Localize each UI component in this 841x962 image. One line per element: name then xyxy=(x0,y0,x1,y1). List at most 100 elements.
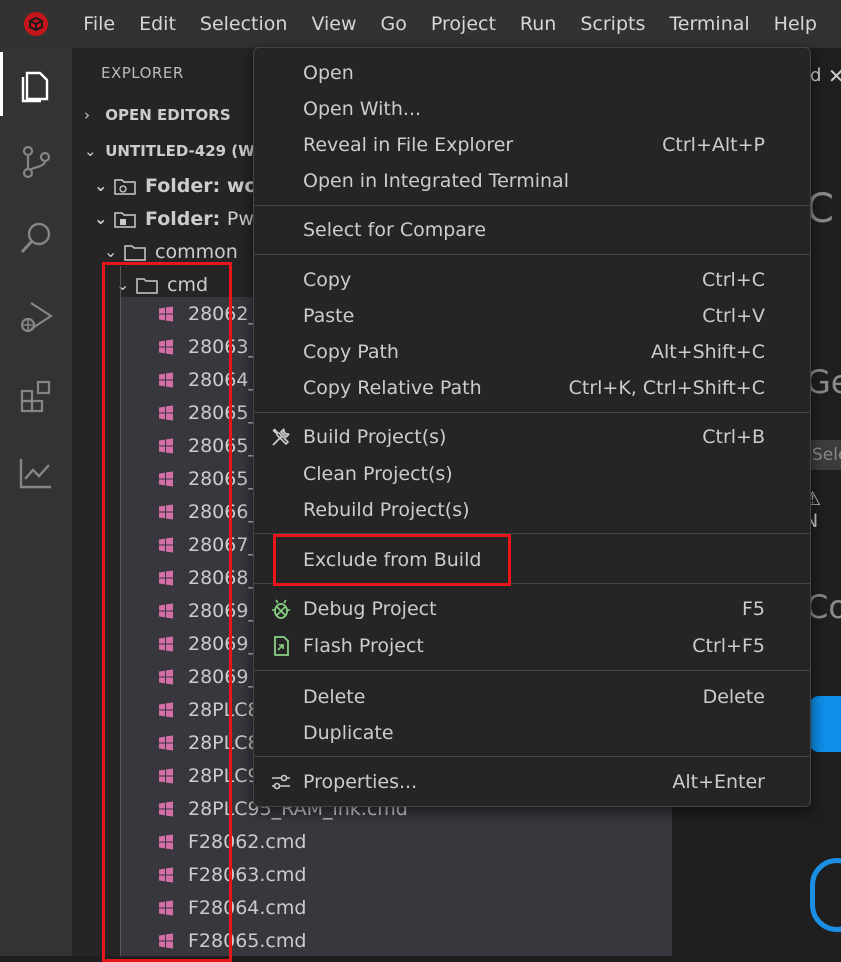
menu-separator xyxy=(254,254,810,255)
menu-item-shortcut: Ctrl+C xyxy=(702,269,765,291)
context-menu: Open Open With... Reveal in File Explore… xyxy=(253,47,811,807)
menu-bar: File Edit Selection View Go Project Run … xyxy=(0,0,841,48)
menu-edit[interactable]: Edit xyxy=(139,13,176,35)
tools-icon xyxy=(272,428,290,446)
menu-item-paste[interactable]: Paste Ctrl+V xyxy=(254,299,810,333)
menu-item-shortcut: F5 xyxy=(741,598,765,620)
menu-item-label: Open in Integrated Terminal xyxy=(303,170,569,192)
menu-item-label: Duplicate xyxy=(303,722,394,744)
menu-item-shortcut: Ctrl+B xyxy=(702,426,765,448)
annotation-highlight-exclude xyxy=(273,534,511,586)
menu-item-label: Build Project(s) xyxy=(303,426,447,448)
menu-item-open-with[interactable]: Open With... xyxy=(254,92,810,126)
menu-item-shortcut: Ctrl+F5 xyxy=(692,635,765,657)
run-debug-icon[interactable] xyxy=(0,284,72,348)
menu-item-build[interactable]: Build Project(s) Ctrl+B xyxy=(254,420,810,454)
menu-item-label: Copy Path xyxy=(303,341,399,363)
menu-item-delete[interactable]: Delete Delete xyxy=(254,680,810,714)
chevron-down-icon: ⌄ xyxy=(94,176,108,195)
menu-item-shortcut: Ctrl+Alt+P xyxy=(662,134,765,156)
menu-item-select-compare[interactable]: Select for Compare xyxy=(254,213,810,247)
menu-item-shortcut: Delete xyxy=(702,686,765,708)
files-icon[interactable] xyxy=(0,52,72,116)
search-icon[interactable] xyxy=(0,206,72,270)
menu-item-label: Delete xyxy=(303,686,366,708)
menu-separator xyxy=(254,756,810,757)
menu-item-label: Select for Compare xyxy=(303,219,487,241)
section-heading-fragment: Co xyxy=(806,588,841,626)
workspace-header[interactable]: ⌄ UNTITLED-429 (WO xyxy=(84,142,267,160)
sidebar-title: EXPLORER xyxy=(101,64,184,82)
open-editors-label: OPEN EDITORS xyxy=(105,106,231,124)
menu-separator xyxy=(254,205,810,206)
menu-item-open-terminal[interactable]: Open in Integrated Terminal xyxy=(254,164,810,198)
menu-item-label: Paste xyxy=(303,305,355,327)
menu-item-shortcut: Alt+Shift+C xyxy=(650,341,765,363)
menu-separator xyxy=(254,412,810,413)
menu-separator xyxy=(254,670,810,671)
menu-item-label: Copy Relative Path xyxy=(303,377,482,399)
tree-folder-1[interactable]: ⌄ Folder: wor xyxy=(94,169,267,202)
menu-terminal[interactable]: Terminal xyxy=(669,13,749,35)
menu-go[interactable]: Go xyxy=(381,13,407,35)
flash-icon xyxy=(274,636,289,656)
folder-common-label: common xyxy=(155,240,238,263)
menu-item-reveal[interactable]: Reveal in File Explorer Ctrl+Alt+P xyxy=(254,128,810,162)
menu-item-label: Flash Project xyxy=(303,635,424,657)
welcome-subheading-fragment: Ge xyxy=(806,363,841,401)
folder-1-prefix: Folder: xyxy=(145,174,221,197)
editor-tab-label[interactable]: d xyxy=(810,65,821,86)
menu-scripts[interactable]: Scripts xyxy=(580,13,645,35)
menu-item-debug[interactable]: Debug Project F5 xyxy=(254,592,810,626)
menu-help[interactable]: Help xyxy=(774,13,817,35)
menu-item-shortcut: Ctrl+V xyxy=(702,305,765,327)
workspace-label: UNTITLED-429 (WO xyxy=(105,142,268,160)
menu-item-label: Copy xyxy=(303,269,352,291)
menu-item-label: Debug Project xyxy=(303,598,437,620)
bug-icon xyxy=(272,599,290,619)
activity-bar xyxy=(0,48,72,956)
menu-item-copy-path[interactable]: Copy Path Alt+Shift+C xyxy=(254,335,810,369)
open-editors-header[interactable]: › OPEN EDITORS xyxy=(84,106,231,124)
app-logo xyxy=(0,0,71,48)
chart-icon[interactable] xyxy=(0,440,72,504)
menu-item-duplicate[interactable]: Duplicate xyxy=(254,716,810,750)
menu-item-rebuild[interactable]: Rebuild Project(s) xyxy=(254,493,810,527)
app-logo-icon xyxy=(23,12,48,36)
menu-item-label: Open xyxy=(303,62,354,84)
folder-project-icon xyxy=(114,211,136,228)
settings-sliders-icon xyxy=(272,774,290,790)
folder-2-prefix: Folder: xyxy=(145,207,221,230)
menu-run[interactable]: Run xyxy=(520,13,556,35)
menu-item-flash[interactable]: Flash Project Ctrl+F5 xyxy=(254,629,810,663)
menu-item-shortcut: Alt+Enter xyxy=(672,771,765,793)
menu-item-properties[interactable]: Properties... Alt+Enter xyxy=(254,765,810,799)
folder-settings-icon xyxy=(114,178,136,195)
annotation-highlight-files xyxy=(102,262,232,962)
tree-folder-2[interactable]: ⌄ Folder: Pwr xyxy=(94,202,262,235)
package-icon[interactable] xyxy=(809,696,841,752)
menu-file[interactable]: File xyxy=(83,13,115,35)
extensions-icon[interactable] xyxy=(0,364,72,428)
folder-icon xyxy=(124,244,146,261)
menu-item-open[interactable]: Open xyxy=(254,56,810,90)
menu-item-copy[interactable]: Copy Ctrl+C xyxy=(254,263,810,297)
chevron-right-icon: › xyxy=(84,106,90,124)
menu-item-clean[interactable]: Clean Project(s) xyxy=(254,457,810,491)
close-icon[interactable]: ✕ xyxy=(828,64,841,88)
menu-item-copy-relative-path[interactable]: Copy Relative Path Ctrl+K, Ctrl+Shift+C xyxy=(254,371,810,405)
select-input-fragment[interactable]: Sele xyxy=(808,440,841,470)
menu-item-label: Open With... xyxy=(303,98,422,120)
menu-item-label: Clean Project(s) xyxy=(303,463,453,485)
menu-project[interactable]: Project xyxy=(431,13,496,35)
chevron-down-icon: ⌄ xyxy=(104,242,118,261)
menu-selection[interactable]: Selection xyxy=(200,13,288,35)
active-indicator xyxy=(0,52,3,116)
menu-view[interactable]: View xyxy=(311,13,356,35)
source-control-icon[interactable] xyxy=(0,130,72,194)
menu-item-label: Properties... xyxy=(303,771,418,793)
menu-item-label: Rebuild Project(s) xyxy=(303,499,470,521)
menu-item-shortcut: Ctrl+K, Ctrl+Shift+C xyxy=(568,377,765,399)
compass-icon[interactable] xyxy=(810,858,841,932)
chevron-down-icon: ⌄ xyxy=(94,209,108,228)
